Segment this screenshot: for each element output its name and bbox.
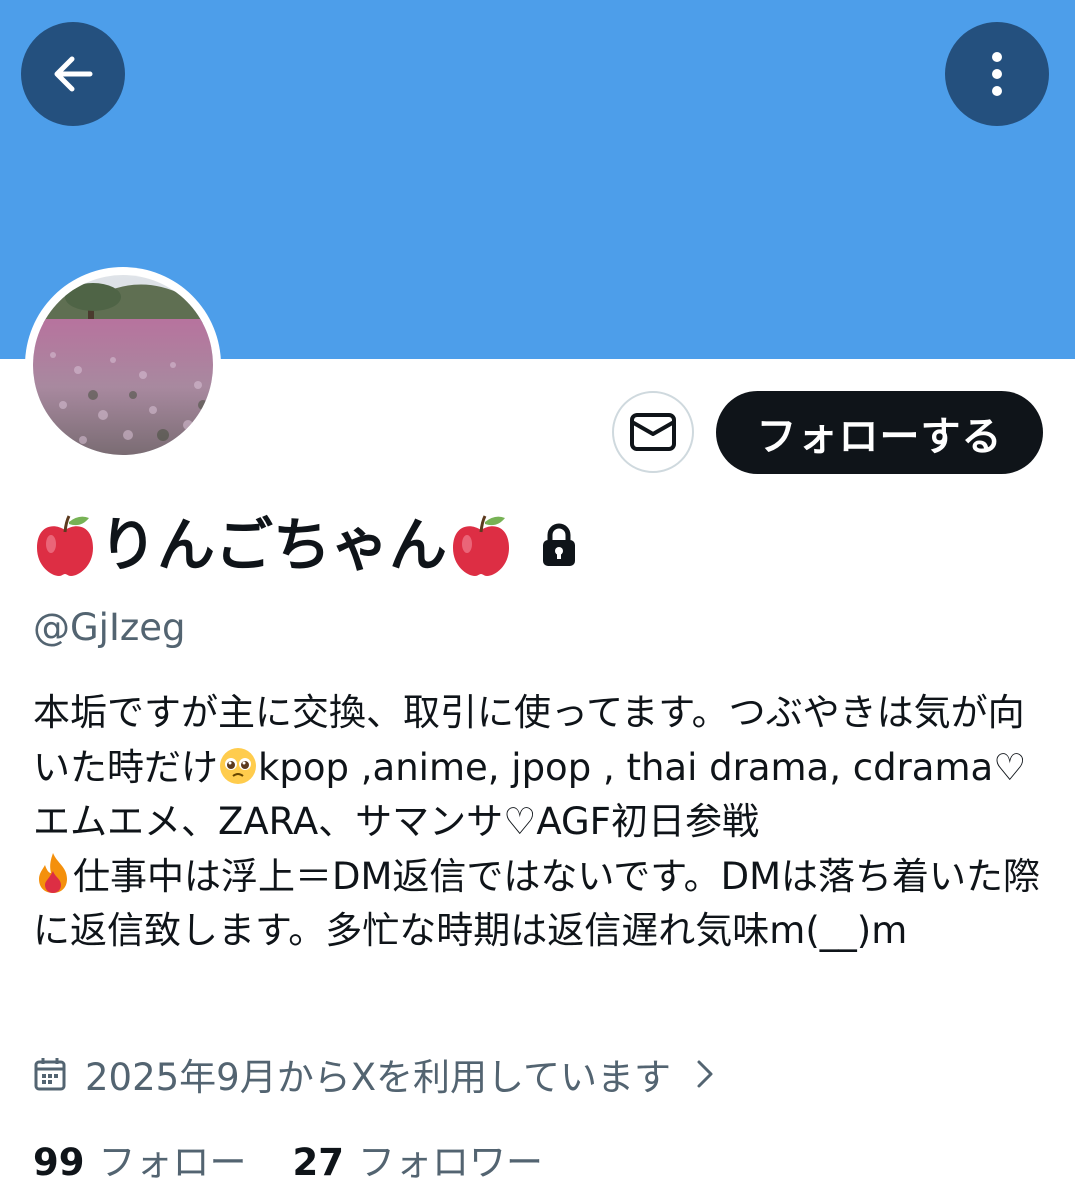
avatar-image <box>33 275 213 455</box>
followers-link[interactable]: 27 フォロワー <box>293 1132 544 1186</box>
followers-count: 27 <box>292 1141 345 1184</box>
message-button[interactable] <box>612 391 694 473</box>
more-vertical-icon <box>992 52 1002 96</box>
fire-icon <box>39 852 67 893</box>
followers-label: フォロワー <box>358 1141 543 1184</box>
chevron-right-icon <box>697 1060 713 1088</box>
apple-icon <box>37 515 93 576</box>
avatar[interactable] <box>25 267 221 463</box>
following-count: 99 <box>33 1141 85 1184</box>
handle: @GjIzeg <box>33 606 186 649</box>
display-name-row: りんごちゃん <box>33 505 577 585</box>
more-options-button[interactable] <box>945 22 1049 126</box>
back-button[interactable] <box>21 22 125 126</box>
bio: 本垢ですが主に交換、取引に使ってます。つぶやきは気が向いた時だけ kpop ,a… <box>33 686 1048 959</box>
lock-icon <box>543 523 576 566</box>
joined-date-row[interactable]: 2025年9月からXを利用しています <box>33 1046 715 1102</box>
follow-stats: 99 フォロー 27 フォロワー <box>33 1131 543 1187</box>
arrow-left-icon <box>54 56 93 92</box>
following-label: フォロー <box>98 1141 247 1184</box>
display-name: りんごちゃん <box>99 511 448 579</box>
calendar-icon <box>34 1058 66 1091</box>
mail-icon <box>630 413 676 451</box>
joined-date: 2025年9月からXを利用しています <box>85 1056 671 1099</box>
bio-text: 仕事中は浮上＝DM返信ではないです。DMは落ち着いた際に返信致します。多忙な時期… <box>33 854 1041 953</box>
following-link[interactable]: 99 フォロー <box>33 1132 247 1186</box>
follow-button[interactable]: フォローする <box>716 391 1043 474</box>
pleading-face-icon <box>220 747 256 784</box>
apple-icon <box>453 515 510 576</box>
